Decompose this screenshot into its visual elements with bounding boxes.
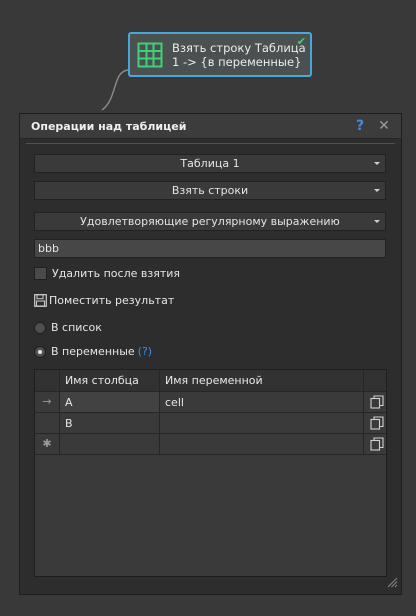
delete-after-row[interactable]: Удалить после взятия [34,267,180,280]
chevron-down-icon [374,189,380,192]
radio-list-row[interactable]: В список [34,321,102,334]
column-header-actions [364,370,386,391]
copy-icon[interactable] [368,392,386,412]
chevron-down-icon [374,220,380,223]
copy-icon[interactable] [368,434,386,454]
grid-cell-column[interactable]: A [60,392,159,413]
grid-cell-column[interactable] [60,434,159,455]
radio-vars-help-link[interactable]: (?) [138,345,152,358]
check-icon: ✔ [296,35,306,48]
table-select[interactable]: Таблица 1 [34,154,386,173]
grid-divider [35,454,386,455]
table-icon [137,42,163,68]
table-select-value: Таблица 1 [180,157,240,170]
radio-list-label: В список [51,321,102,334]
column-header-name[interactable]: Имя столбца [60,370,159,391]
operation-select[interactable]: Взять строки [34,181,386,200]
column-header-variable[interactable]: Имя переменной [160,370,363,391]
new-row-asterisk-icon: ✱ [42,437,52,450]
grid-cell-variable[interactable] [160,413,363,434]
delete-after-label: Удалить после взятия [52,267,181,280]
dialog-content: Таблица 1 Взять строки Удовлетворяющие р… [26,143,395,594]
grid-divider [59,370,60,455]
regex-input[interactable]: bbb [34,239,386,258]
save-icon [34,294,47,307]
grid-cell-variable[interactable]: cell [160,392,363,413]
workflow-node-take-row[interactable]: Взять строку Таблица 1 -> {в переменные}… [128,32,312,77]
operation-select-value: Взять строки [171,184,249,197]
table-operations-dialog: Операции над таблицей ? ✕ Таблица 1 Взят… [19,113,402,595]
mapping-grid: Имя столбца Имя переменной → A cell B ✱ [34,369,387,577]
grid-divider [35,391,386,392]
radio-vars-label: В переменные [51,345,135,358]
node-title: Взять строку Таблица 1 -> {в переменные} [172,40,306,69]
grid-cell-column[interactable]: B [60,413,159,434]
resize-grip-icon[interactable] [386,576,398,591]
dialog-titlebar[interactable]: Операции над таблицей ? ✕ [20,114,401,139]
copy-icon[interactable] [368,413,386,433]
grid-corner [35,370,59,391]
radio-vars-row[interactable]: В переменные (?) [34,345,152,358]
row-marker [35,413,59,433]
condition-select-value: Удовлетворяющие регулярному выражению [80,215,340,228]
condition-select[interactable]: Удовлетворяющие регулярному выражению [34,212,386,231]
close-icon[interactable]: ✕ [375,118,393,134]
grid-divider [35,433,386,434]
place-result-label: Поместить результат [49,294,175,307]
grid-divider [159,370,160,455]
grid-cell-variable[interactable] [160,434,363,455]
delete-after-checkbox[interactable] [34,267,47,280]
grid-divider [35,412,386,413]
place-result-row: Поместить результат [34,294,174,307]
help-icon[interactable]: ? [351,118,369,134]
grid-divider [363,370,364,455]
radio-variables[interactable] [34,345,46,358]
chevron-down-icon [374,162,380,165]
row-marker-arrow-icon: → [42,395,52,408]
radio-list[interactable] [34,321,46,334]
dialog-title: Операции над таблицей [31,119,187,133]
